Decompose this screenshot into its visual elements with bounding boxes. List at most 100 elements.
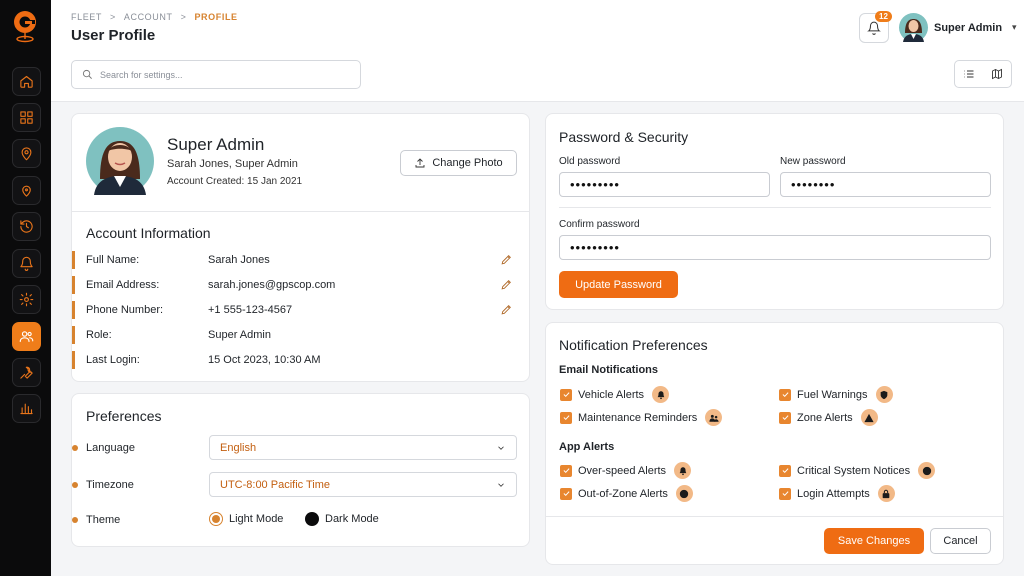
check-icon <box>782 491 788 497</box>
wrench-icon <box>20 366 33 379</box>
account-info-title: Account Information <box>86 225 211 241</box>
sidebar-item-alerts[interactable] <box>12 249 41 278</box>
edit-full-name-button[interactable] <box>500 253 513 266</box>
radio-unselected <box>305 512 319 526</box>
list-icon <box>964 70 974 78</box>
checkbox-zone-alerts[interactable]: Zone Alerts <box>779 409 878 426</box>
bell-icon <box>652 386 670 403</box>
info-value: sarah.jones@gpscop.com <box>208 279 336 291</box>
info-row-full-name: Full Name: Sarah Jones <box>72 251 529 269</box>
old-password-field[interactable]: ••••••••• <box>559 172 770 197</box>
checkbox-checked <box>779 487 791 500</box>
timezone-select[interactable]: UTC-8:00 Pacific Time <box>209 472 517 497</box>
profile-name: Super Admin <box>167 135 265 154</box>
edit-email-button[interactable] <box>500 278 513 291</box>
info-value: 15 Oct 2023, 10:30 AM <box>208 354 321 366</box>
map-view-button[interactable] <box>983 61 1011 87</box>
change-photo-button[interactable]: Change Photo <box>400 150 517 176</box>
checkbox-out-of-zone-alerts[interactable]: Out-of-Zone Alerts <box>560 485 693 502</box>
list-view-button[interactable] <box>955 61 983 87</box>
sidebar-item-dashboard[interactable] <box>12 103 41 132</box>
bullet-dot <box>72 517 78 523</box>
gear-icon <box>19 292 34 307</box>
update-password-button[interactable]: Update Password <box>559 271 678 298</box>
checkbox-fuel-warnings[interactable]: Fuel Warnings <box>779 386 893 403</box>
notifications-card: Notification Preferences Email Notificat… <box>545 322 1004 565</box>
divider <box>546 516 1003 517</box>
sidebar-item-settings[interactable] <box>12 285 41 314</box>
user-menu[interactable]: Super Admin ▾ <box>899 13 1017 42</box>
preferences-title: Preferences <box>86 408 162 424</box>
info-label: Phone Number: <box>86 304 164 316</box>
checkbox-label: Over-speed Alerts <box>578 464 667 477</box>
pencil-icon <box>501 255 511 265</box>
info-row-phone: Phone Number: +1 555-123-4567 <box>72 301 529 319</box>
checkbox-checked <box>779 411 791 424</box>
bullet-dot <box>72 445 78 451</box>
info-label: Email Address: <box>86 279 160 291</box>
bell-icon <box>867 21 881 35</box>
sidebar-item-map[interactable] <box>12 139 41 168</box>
theme-dark-radio[interactable]: Dark Mode <box>305 512 379 526</box>
search-icon <box>82 69 92 79</box>
sidebar-item-maintenance[interactable] <box>12 358 41 387</box>
label-bar <box>72 326 75 344</box>
breadcrumb-account[interactable]: ACCOUNT <box>124 12 173 22</box>
theme-light-radio[interactable]: Light Mode <box>209 512 283 526</box>
new-password-label: New password <box>780 156 846 167</box>
info-row-last-login: Last Login: 15 Oct 2023, 10:30 AM <box>72 351 529 369</box>
history-icon <box>20 220 33 233</box>
search-input[interactable] <box>100 69 340 80</box>
checkbox-label: Out-of-Zone Alerts <box>578 487 668 500</box>
checkbox-checked <box>560 388 572 401</box>
info-row-role: Role: Super Admin <box>72 326 529 344</box>
map-pin-icon <box>21 147 32 161</box>
sidebar-item-history[interactable] <box>12 212 41 241</box>
sidebar-item-users[interactable] <box>12 322 41 351</box>
divider <box>72 211 529 212</box>
check-icon <box>563 468 569 474</box>
account-created: Account Created: 15 Jan 2021 <box>167 176 303 187</box>
cancel-button[interactable]: Cancel <box>930 528 991 554</box>
new-password-field[interactable]: •••••••• <box>780 172 991 197</box>
profile-subtitle: Sarah Jones, Super Admin <box>167 158 298 170</box>
checkbox-over-speed-alerts[interactable]: Over-speed Alerts <box>560 462 692 479</box>
checkbox-checked <box>560 464 572 477</box>
confirm-password-field[interactable]: ••••••••• <box>559 235 991 260</box>
checkbox-login-attempts[interactable]: Login Attempts <box>779 485 895 502</box>
users-icon <box>19 331 34 343</box>
checkbox-maintenance-reminders[interactable]: Maintenance Reminders <box>560 409 723 426</box>
check-icon <box>782 392 788 398</box>
search-box[interactable] <box>71 60 361 89</box>
sidebar-item-home[interactable] <box>12 67 41 96</box>
checkbox-vehicle-alerts[interactable]: Vehicle Alerts <box>560 386 670 403</box>
check-icon <box>782 468 788 474</box>
language-label: Language <box>86 442 135 454</box>
sidebar-item-reports[interactable] <box>12 394 41 423</box>
radio-selected <box>209 512 223 526</box>
pencil-icon <box>501 280 511 290</box>
email-notifications-heading: Email Notifications <box>559 364 659 376</box>
sidebar-item-location[interactable] <box>12 176 41 205</box>
sidebar <box>0 0 51 576</box>
info-value: Sarah Jones <box>208 254 270 266</box>
breadcrumb-fleet[interactable]: FLEET <box>71 12 102 22</box>
breadcrumb-profile: PROFILE <box>194 12 238 22</box>
check-icon <box>782 415 788 421</box>
chevron-down-icon: ▾ <box>1012 22 1017 32</box>
checkbox-label: Vehicle Alerts <box>578 388 645 401</box>
chevron-down-icon <box>498 482 504 487</box>
checkbox-critical-system-notices[interactable]: Critical System Notices <box>779 462 936 479</box>
checkbox-checked <box>779 388 791 401</box>
check-icon <box>563 392 569 398</box>
save-changes-button[interactable]: Save Changes <box>824 528 924 554</box>
checkbox-checked <box>560 487 572 500</box>
bell-icon <box>674 462 692 479</box>
language-select[interactable]: English <box>209 435 517 460</box>
notifications-button[interactable]: 12 <box>859 11 892 43</box>
security-title: Password & Security <box>559 129 689 145</box>
edit-phone-button[interactable] <box>500 303 513 316</box>
label-bar <box>72 251 75 269</box>
theme-light-label: Light Mode <box>229 513 284 525</box>
breadcrumb-separator: > <box>110 12 116 22</box>
